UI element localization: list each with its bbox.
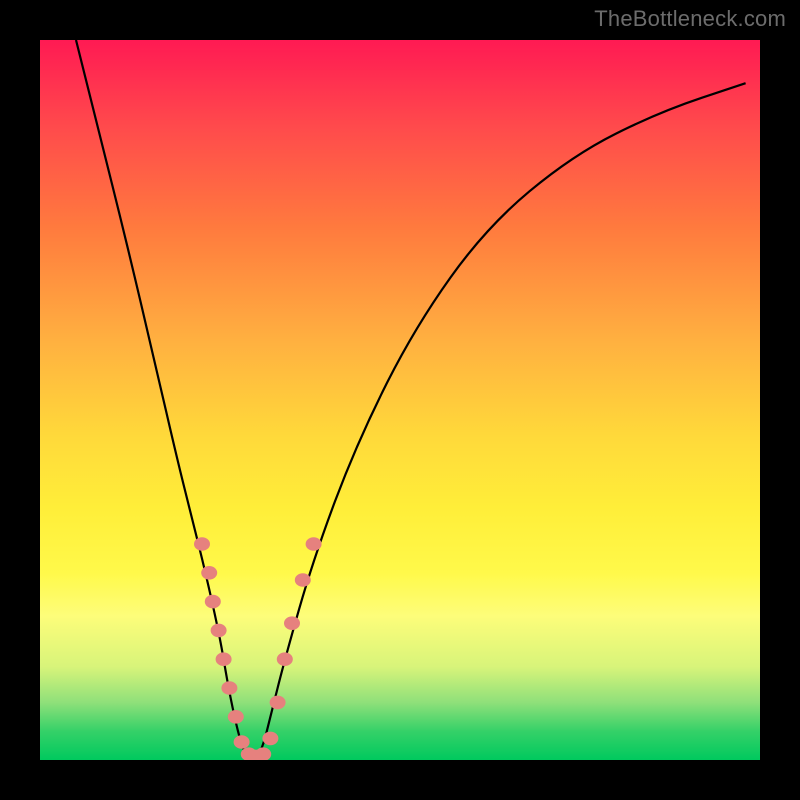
bottleneck-curve-line [76,40,746,760]
curve-marker [201,566,217,580]
curve-marker [306,537,322,551]
bottleneck-chart-svg [40,40,760,760]
black-frame: TheBottleneck.com [0,0,800,800]
gradient-plot-area [40,40,760,760]
curve-marker [255,747,271,760]
curve-marker [211,624,227,638]
curve-marker [228,710,244,724]
curve-marker [234,735,250,749]
curve-marker [221,681,237,695]
curve-marker [194,537,210,551]
curve-markers-group [194,537,322,760]
curve-marker [295,573,311,587]
curve-marker [205,595,221,609]
watermark-text: TheBottleneck.com [594,6,786,32]
curve-marker [216,652,232,666]
curve-marker [277,652,293,666]
curve-marker [284,616,300,630]
curve-marker [270,696,286,710]
curve-marker [262,732,278,746]
